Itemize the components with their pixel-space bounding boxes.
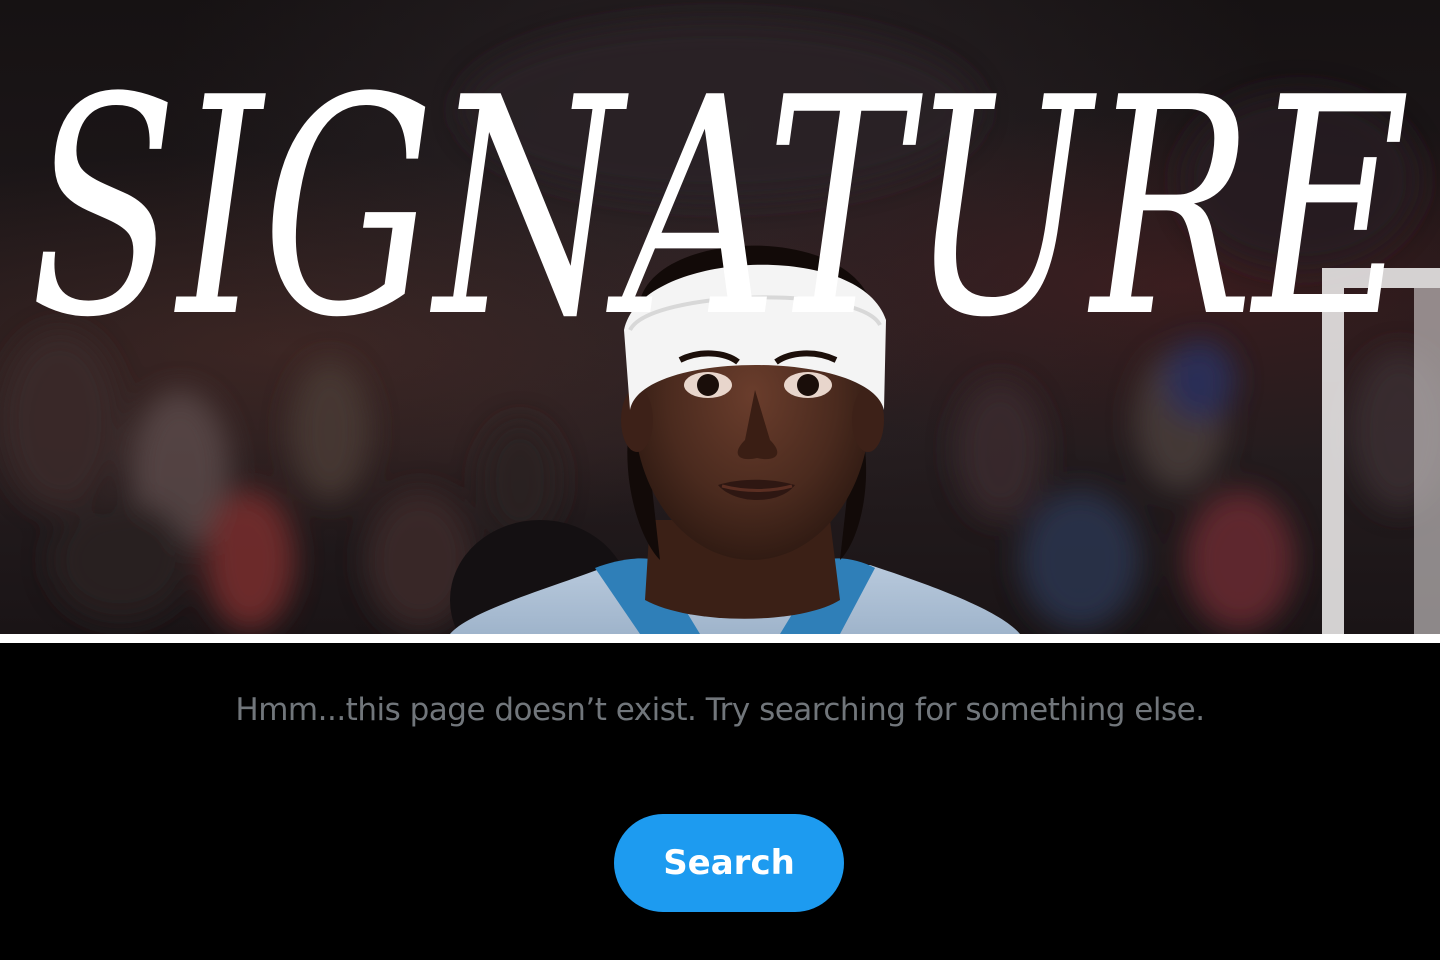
- signature-logo-text: SIGNATURE: [30, 34, 1410, 340]
- not-found-page: SIGNATURE Hmm...this page doesn’t exist.…: [0, 0, 1440, 960]
- signature-logo: SIGNATURE: [30, 34, 1410, 340]
- search-button[interactable]: Search: [614, 814, 844, 912]
- error-message: Hmm...this page doesn’t exist. Try searc…: [235, 692, 1205, 728]
- hero-banner: SIGNATURE: [0, 0, 1440, 634]
- divider-line: [0, 634, 1440, 643]
